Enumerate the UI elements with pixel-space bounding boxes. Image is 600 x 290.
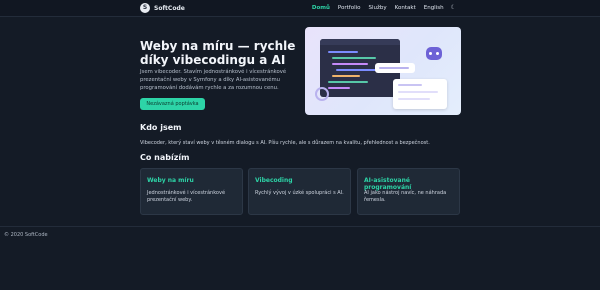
service-card-vibecoding: Vibecoding Rychlý vývoj v úzké spoluprác… [248,168,351,215]
service-card-custom-web: Weby na míru Jednostránkové i vícestránk… [140,168,243,215]
card-title: Weby na míru [147,177,194,184]
copyright: © 2020 SoftCode [4,232,48,238]
code-line [332,63,368,65]
code-line [328,81,368,83]
code-line [332,57,376,59]
navbar: S SoftCode Domů Portfolio Služby Kontakt… [0,0,600,17]
brand[interactable]: S SoftCode [140,3,185,13]
nav-link-home[interactable]: Domů [312,5,330,11]
nav-link-contact[interactable]: Kontakt [395,5,416,11]
chart-panel-illustration [393,79,447,109]
panel-line [398,98,430,100]
chat-line [379,67,409,69]
gear-icon [315,87,329,101]
card-text: Rychlý vývoj v úzké spolupráci s AI. [255,190,344,196]
robot-eye [436,52,439,55]
robot-icon [426,47,442,60]
panel-line [398,91,438,93]
hero-illustration [305,27,461,115]
nav-link-portfolio[interactable]: Portfolio [338,5,361,11]
about-text: Vibecoder, který staví weby v těsném dia… [140,140,430,146]
card-text: AI jako nástroj navíc, ne náhrada řemesl… [364,190,447,203]
code-line [328,51,358,53]
about-title: Kdo jsem [140,123,182,132]
service-card-ai-programming: AI-asistované programování AI jako nástr… [357,168,460,215]
hero-description: Jsem vibecoder. Stavím jednostránkové i … [140,69,287,91]
nav-link-english[interactable]: English [424,5,444,11]
chat-bubble-illustration [375,63,415,73]
card-title: Vibecoding [255,177,293,184]
nav-link-services[interactable]: Služby [369,5,387,11]
robot-eye [429,52,432,55]
footer: © 2020 SoftCode [0,226,600,290]
editor-titlebar [320,39,400,45]
moon-icon[interactable]: ☾ [451,4,456,11]
card-text: Jednostránkové i vícestránkové prezentač… [147,190,226,203]
code-line [328,87,350,89]
main-nav: Domů Portfolio Služby Kontakt English ☾ [304,4,456,11]
brand-name: SoftCode [154,4,185,12]
brand-logo-icon: S [140,3,150,13]
code-line [332,75,360,77]
card-title: AI-asistované programování [364,177,412,191]
offer-title: Co nabízím [140,153,190,162]
hero-title: Weby na míru — rychle díky vibecodingu a… [140,39,296,67]
panel-line [398,84,422,86]
inquiry-button[interactable]: Nezávazná poptávka [140,98,205,110]
